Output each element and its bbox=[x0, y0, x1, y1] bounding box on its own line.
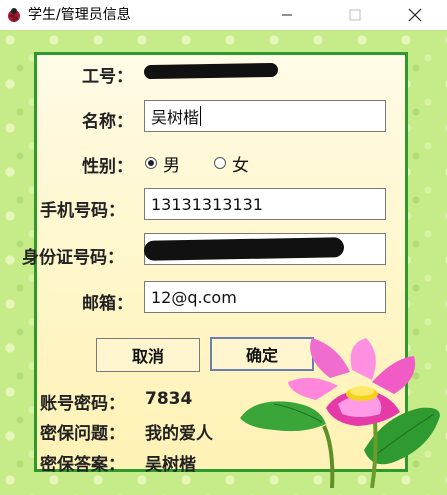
gender-label: 性别： bbox=[82, 157, 133, 177]
minimize-button[interactable] bbox=[264, 0, 310, 30]
gender-female-radio[interactable] bbox=[214, 157, 226, 169]
cancel-button[interactable]: 取消 bbox=[96, 338, 200, 372]
phone-label: 手机号码： bbox=[40, 201, 125, 221]
title-bar: 学生/管理员信息 bbox=[0, 0, 447, 30]
maximize-icon bbox=[349, 9, 361, 21]
minimize-icon bbox=[282, 14, 292, 16]
answer-label: 密保答案： bbox=[40, 455, 125, 475]
gender-male-radio[interactable] bbox=[145, 157, 157, 169]
name-input[interactable]: 吴树楷 bbox=[144, 100, 386, 132]
gender-male-label: 男 bbox=[163, 156, 180, 176]
lotus-flower-image bbox=[240, 338, 440, 488]
password-label: 账号密码： bbox=[40, 394, 125, 414]
email-label: 邮箱： bbox=[82, 294, 133, 314]
id-label: 工号： bbox=[82, 67, 133, 87]
id-redaction bbox=[143, 62, 279, 80]
phone-value: 13131313131 bbox=[151, 194, 263, 214]
name-label: 名称： bbox=[82, 112, 133, 132]
idcard-redaction bbox=[143, 237, 345, 261]
window-title: 学生/管理员信息 bbox=[28, 7, 131, 23]
answer-value: 吴树楷 bbox=[145, 455, 196, 475]
ladybug-app-icon bbox=[8, 8, 20, 22]
close-icon bbox=[408, 8, 422, 22]
question-value: 我的爱人 bbox=[145, 424, 213, 444]
name-value: 吴树楷 bbox=[151, 108, 200, 127]
maximize-button[interactable] bbox=[332, 0, 378, 30]
password-value: 7834 bbox=[145, 389, 193, 409]
question-label: 密保问题： bbox=[40, 424, 125, 444]
phone-input[interactable]: 13131313131 bbox=[144, 188, 386, 220]
email-value: 12@q.com bbox=[151, 287, 237, 307]
idcard-label: 身份证号码： bbox=[22, 248, 124, 268]
email-input[interactable]: 12@q.com bbox=[144, 281, 386, 313]
text-caret bbox=[200, 106, 202, 126]
gender-female-label: 女 bbox=[232, 156, 249, 176]
close-button[interactable] bbox=[392, 0, 438, 30]
